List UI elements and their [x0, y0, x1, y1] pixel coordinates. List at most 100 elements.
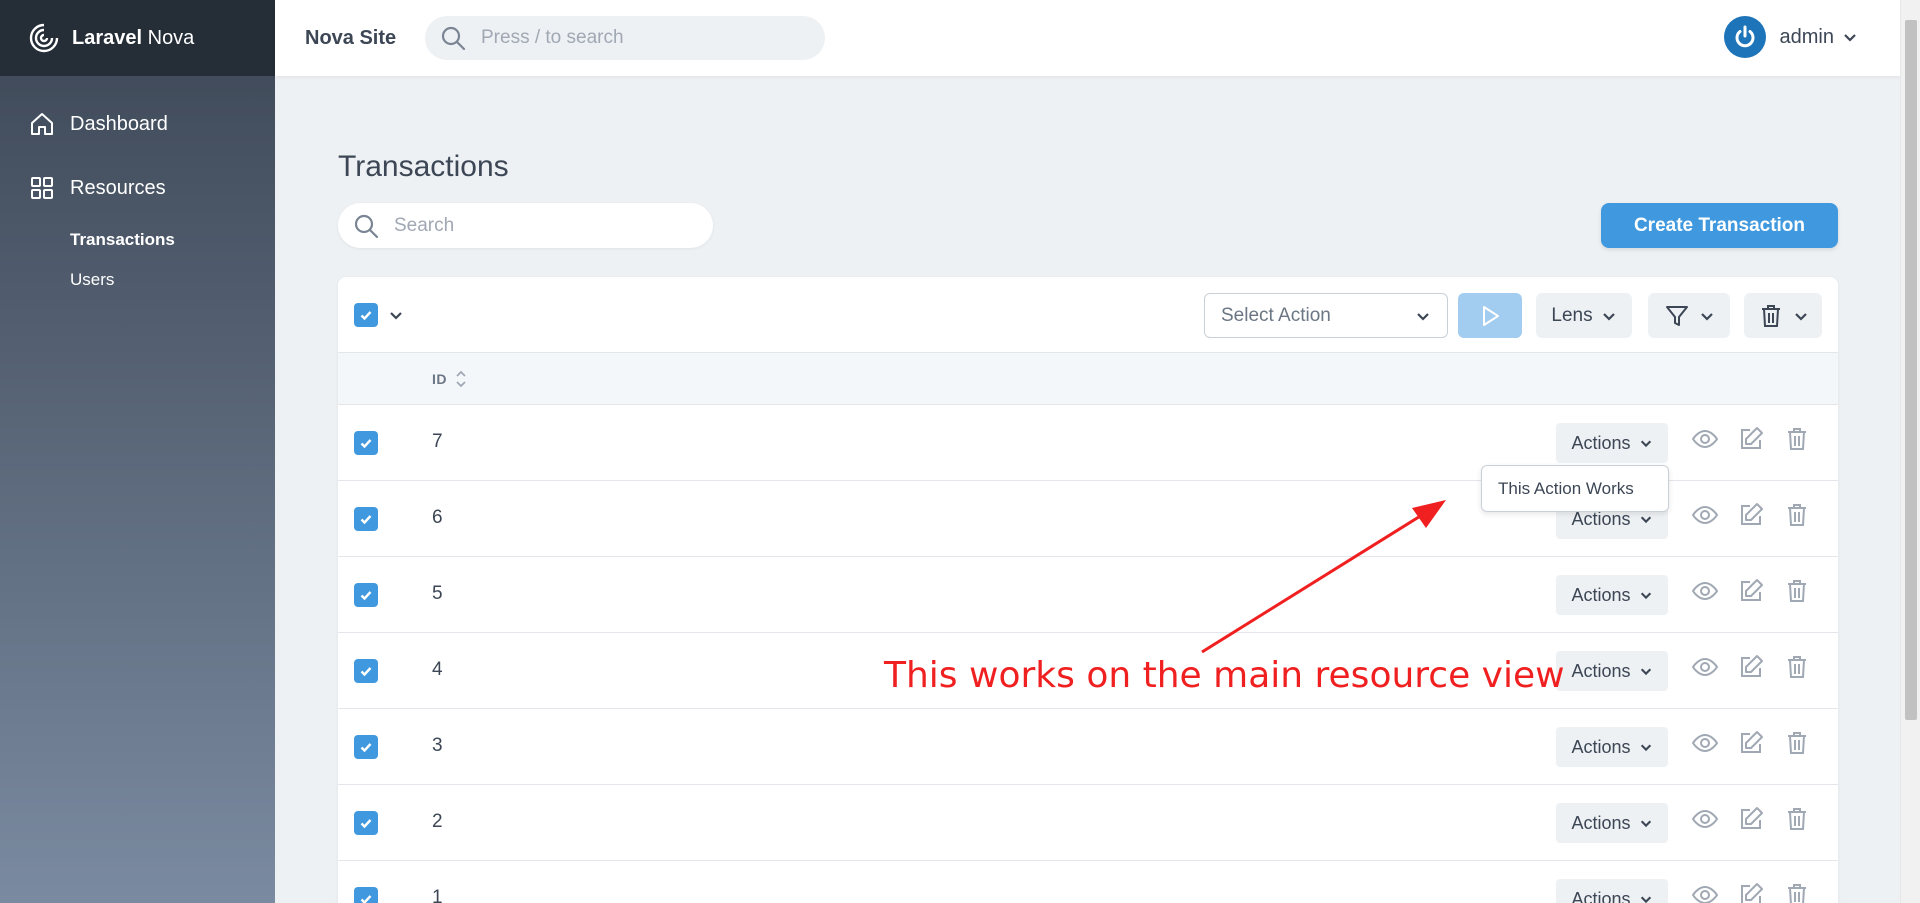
edit-icon[interactable]	[1737, 425, 1765, 453]
row-actions-dropdown[interactable]: Actions	[1556, 575, 1668, 615]
row-actions-label: Actions	[1571, 888, 1631, 903]
table-row[interactable]: 3 Actions	[338, 709, 1838, 785]
check-icon	[360, 819, 372, 829]
sidebar-item-transactions[interactable]: Transactions	[0, 220, 275, 260]
scrollbar[interactable]	[1900, 0, 1920, 903]
brand-text: Laravel Nova	[72, 26, 195, 49]
edit-icon[interactable]	[1737, 501, 1765, 529]
row-actions-dropdown[interactable]: Actions	[1556, 727, 1668, 767]
delete-icon[interactable]	[1783, 425, 1811, 453]
row-id[interactable]: 1	[432, 887, 443, 903]
sidebar-item-label: Dashboard	[70, 112, 168, 135]
search-icon	[354, 214, 379, 238]
delete-icon[interactable]	[1783, 501, 1811, 529]
chevron-down-icon	[1640, 668, 1651, 676]
global-search-input[interactable]	[481, 27, 781, 49]
chevron-down-icon	[390, 312, 402, 320]
row-actions-dropdown[interactable]: Actions	[1556, 879, 1668, 903]
row-checkbox[interactable]	[354, 431, 378, 455]
avatar	[1723, 16, 1766, 58]
row-actions-label: Actions	[1571, 584, 1631, 605]
delete-icon[interactable]	[1783, 881, 1811, 903]
create-transaction-button[interactable]: Create Transaction	[1601, 203, 1838, 248]
row-checkbox[interactable]	[354, 887, 378, 903]
edit-icon[interactable]	[1737, 729, 1765, 757]
run-action-button[interactable]	[1458, 293, 1522, 338]
home-icon	[31, 113, 53, 135]
filter-dropdown[interactable]	[1648, 293, 1730, 338]
topbar: Nova Site admin	[275, 0, 1900, 76]
edit-icon[interactable]	[1737, 577, 1765, 605]
row-checkbox[interactable]	[354, 659, 378, 683]
row-checkbox[interactable]	[354, 507, 378, 531]
row-actions-dropdown[interactable]: Actions	[1556, 651, 1668, 691]
check-icon	[360, 311, 372, 321]
page-title: Transactions	[338, 150, 509, 183]
trash-icon	[1762, 304, 1780, 327]
resource-search-input[interactable]	[394, 214, 694, 237]
view-icon[interactable]	[1691, 425, 1719, 453]
user-menu[interactable]: admin	[1723, 16, 1858, 58]
brand[interactable]: Laravel Nova	[0, 0, 275, 76]
row-id[interactable]: 5	[432, 583, 443, 605]
select-all-control[interactable]	[354, 303, 404, 327]
select-action-dropdown[interactable]: Select Action	[1204, 293, 1448, 338]
nova-logo-icon	[29, 23, 59, 53]
sidebar-item-resources[interactable]: Resources	[0, 168, 275, 208]
table-row[interactable]: 2 Actions	[338, 785, 1838, 861]
chevron-down-icon	[1640, 744, 1651, 752]
select-all-checkbox[interactable]	[354, 303, 378, 327]
lens-label: Lens	[1551, 304, 1593, 326]
check-icon	[360, 743, 372, 753]
resource-search[interactable]	[338, 203, 713, 248]
sort-icon	[456, 370, 466, 387]
view-icon[interactable]	[1691, 577, 1719, 605]
chevron-down-icon	[1417, 312, 1429, 321]
scrollbar-thumb[interactable]	[1905, 20, 1917, 720]
view-icon[interactable]	[1691, 729, 1719, 757]
delete-icon[interactable]	[1783, 805, 1811, 833]
view-icon[interactable]	[1691, 653, 1719, 681]
chevron-down-icon	[1640, 820, 1651, 828]
chevron-down-icon	[1844, 34, 1856, 42]
chevron-down-icon	[1701, 312, 1713, 321]
row-actions-dropdown[interactable]: Actions	[1556, 423, 1668, 463]
global-search[interactable]	[425, 16, 825, 60]
row-id[interactable]: 2	[432, 811, 443, 833]
row-checkbox[interactable]	[354, 735, 378, 759]
row-id[interactable]: 3	[432, 735, 443, 757]
play-icon	[1483, 305, 1499, 326]
table-row[interactable]: 1 Actions	[338, 861, 1838, 903]
chevron-down-icon	[1640, 896, 1651, 903]
delete-icon[interactable]	[1783, 729, 1811, 757]
row-checkbox[interactable]	[354, 583, 378, 607]
row-id[interactable]: 4	[432, 659, 443, 681]
delete-icon[interactable]	[1783, 577, 1811, 605]
row-checkbox[interactable]	[354, 811, 378, 835]
column-header-id[interactable]: ID	[432, 369, 467, 389]
trash-dropdown[interactable]	[1744, 293, 1822, 338]
view-icon[interactable]	[1691, 881, 1719, 903]
annotation-arrow	[1201, 500, 1446, 654]
grid-icon	[31, 177, 53, 199]
site-name[interactable]: Nova Site	[305, 27, 400, 50]
sidebar-item-users[interactable]: Users	[0, 260, 275, 300]
delete-icon[interactable]	[1783, 653, 1811, 681]
view-icon[interactable]	[1691, 805, 1719, 833]
row-actions-dropdown[interactable]: Actions	[1556, 803, 1668, 843]
edit-icon[interactable]	[1737, 805, 1765, 833]
view-icon[interactable]	[1691, 501, 1719, 529]
sidebar: Laravel Nova Dashboard Resources Transac…	[0, 0, 275, 903]
edit-icon[interactable]	[1737, 653, 1765, 681]
row-id[interactable]: 6	[432, 507, 443, 529]
chevron-down-icon	[1602, 312, 1615, 321]
sidebar-item-dashboard[interactable]: Dashboard	[0, 104, 275, 144]
user-name: admin	[1779, 25, 1834, 48]
edit-icon[interactable]	[1737, 881, 1765, 903]
action-menu-item[interactable]: This Action Works	[1481, 465, 1669, 512]
chevron-down-icon	[1640, 440, 1651, 448]
table-row[interactable]: 5 Actions	[338, 557, 1838, 633]
row-id[interactable]: 7	[432, 431, 443, 453]
select-action-label: Select Action	[1221, 304, 1331, 326]
lens-dropdown[interactable]: Lens	[1536, 293, 1632, 338]
